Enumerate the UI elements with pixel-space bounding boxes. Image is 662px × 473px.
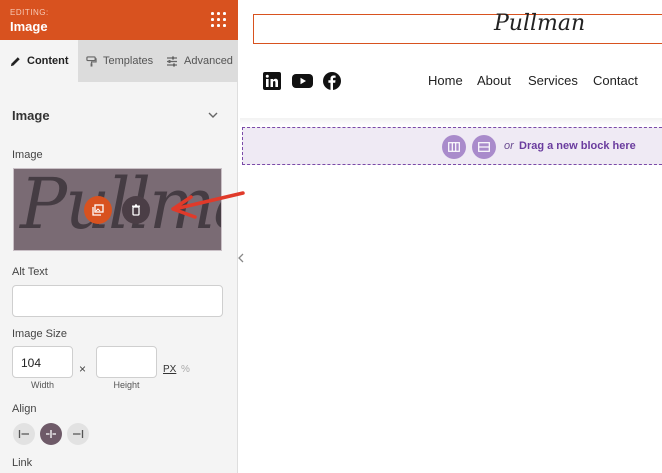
image-size-label: Image Size — [12, 328, 68, 340]
tab-content[interactable]: Content — [0, 40, 78, 82]
grid-menu-icon[interactable] — [211, 12, 227, 28]
alt-text-label: Alt Text — [12, 266, 48, 278]
add-section-button[interactable] — [472, 135, 496, 159]
nav-link-home[interactable]: Home — [428, 73, 463, 88]
align-center-button[interactable] — [40, 423, 62, 445]
align-right-icon — [73, 430, 84, 438]
delete-image-button[interactable] — [122, 196, 150, 224]
align-center-icon — [46, 430, 56, 438]
add-columns-button[interactable] — [442, 135, 466, 159]
height-caption: Height — [113, 380, 140, 390]
header-divider — [240, 118, 662, 126]
link-label: Link — [12, 457, 33, 469]
editing-label: EDITING: — [10, 8, 49, 17]
collapse-sidebar-icon[interactable] — [236, 248, 246, 268]
align-left-button[interactable] — [13, 423, 35, 445]
tab-templates[interactable]: Templates — [78, 40, 158, 82]
height-field[interactable] — [96, 346, 157, 378]
trash-icon — [132, 204, 140, 216]
facebook-icon[interactable] — [323, 72, 341, 90]
nav-link-contact[interactable]: Contact — [593, 73, 638, 88]
unit-px-toggle[interactable]: PX — [163, 364, 176, 375]
width-caption: Width — [30, 380, 54, 390]
columns-icon — [448, 142, 460, 152]
pencil-icon — [10, 56, 20, 66]
tab-advanced[interactable]: Advanced — [158, 40, 238, 82]
media-library-button[interactable] — [84, 196, 112, 224]
chevron-down-icon[interactable] — [207, 110, 219, 120]
unit-percent-toggle[interactable]: % — [181, 364, 190, 375]
drop-zone-text: Drag a new block here — [519, 140, 636, 152]
nav-link-services[interactable]: Services — [528, 73, 578, 88]
youtube-icon[interactable] — [292, 72, 313, 90]
tab-advanced-label: Advanced — [184, 55, 233, 67]
media-library-icon — [92, 204, 104, 216]
drop-zone-or: or — [504, 140, 514, 152]
site-top-bar[interactable]: Pullman — [253, 11, 662, 44]
site-logo[interactable]: Pullman — [494, 11, 585, 36]
block-title: Image — [10, 19, 48, 34]
paint-roller-icon — [86, 55, 97, 67]
sidebar-tabs: Content Templates Advanced — [0, 40, 238, 82]
drop-zone[interactable]: or Drag a new block here — [242, 127, 662, 165]
alt-text-field[interactable] — [12, 285, 223, 317]
width-field[interactable]: 104 — [12, 346, 73, 378]
editor-sidebar: EDITING: Image Content Templates Advance… — [0, 0, 245, 473]
linkedin-icon[interactable] — [263, 72, 281, 90]
times-symbol: × — [79, 362, 87, 376]
align-label: Align — [12, 403, 37, 415]
image-field-label: Image — [12, 149, 43, 161]
align-right-button[interactable] — [67, 423, 89, 445]
tab-content-label: Content — [27, 55, 69, 67]
sliders-icon — [167, 56, 177, 66]
annotation-arrow-icon — [171, 191, 245, 219]
tab-templates-label: Templates — [103, 55, 154, 67]
rows-icon — [478, 142, 490, 152]
sidebar-header: EDITING: Image — [0, 0, 238, 40]
nav-link-about[interactable]: About — [477, 73, 511, 88]
align-left-icon — [18, 430, 29, 438]
section-title[interactable]: Image — [12, 108, 50, 123]
